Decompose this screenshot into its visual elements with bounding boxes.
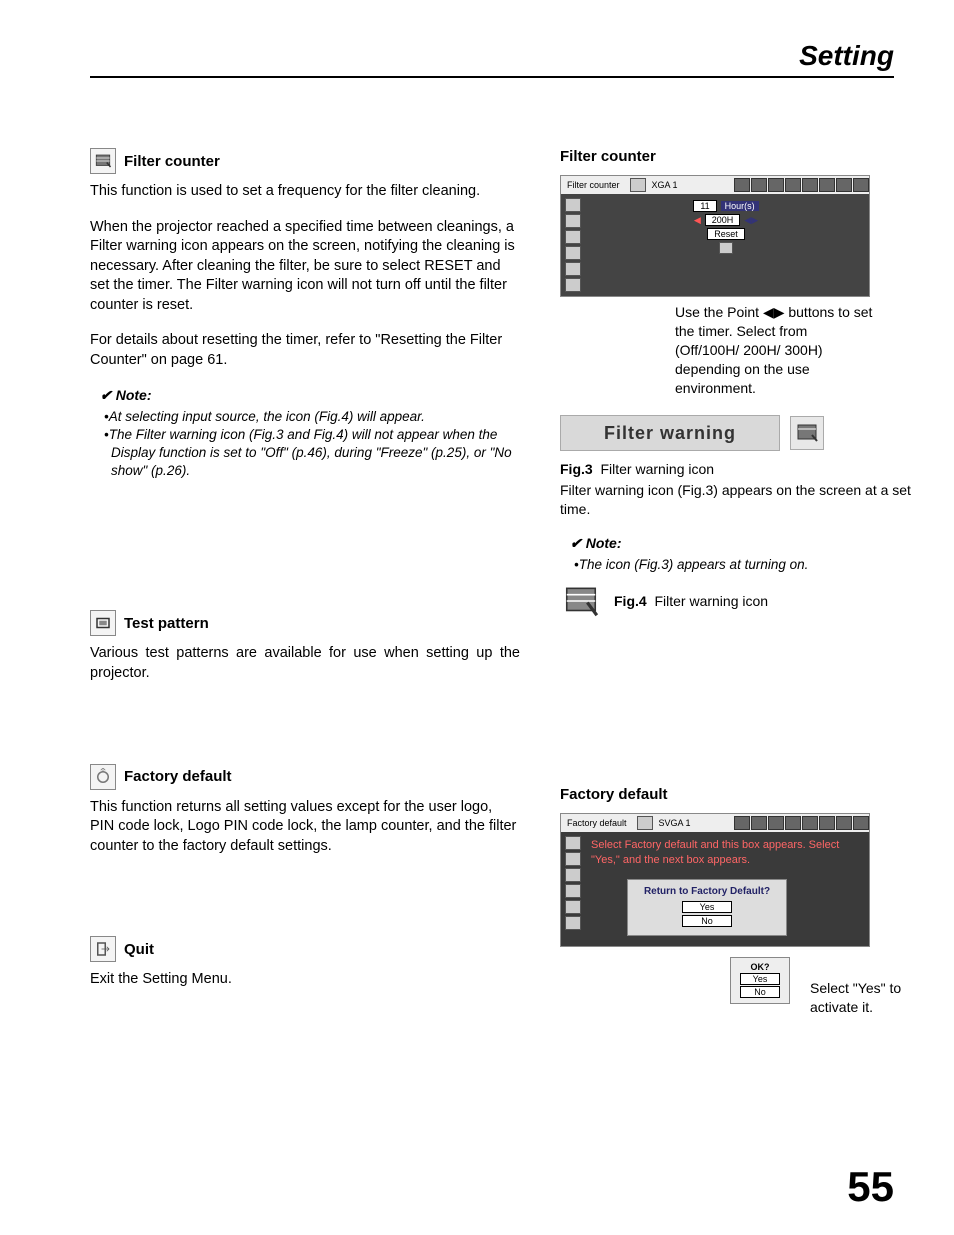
note-item: The icon (Fig.3) appears at turning on.	[574, 556, 920, 574]
screenshot-mode: SVGA 1	[653, 818, 697, 828]
paragraph: This function returns all setting values…	[90, 798, 520, 857]
factory-default-screenshot: Factory default SVGA 1 Select Factory de…	[560, 813, 870, 947]
section-test-pattern: Test pattern Various test patterns are a…	[90, 610, 520, 683]
test-pattern-icon	[90, 610, 116, 636]
side-icons	[565, 836, 581, 942]
right-title: Factory default	[560, 786, 920, 803]
side-icons	[565, 198, 581, 292]
fig3-label: Fig.3 Filter warning icon	[560, 461, 920, 477]
filter-warning-small-icon	[560, 580, 602, 622]
filter-counter-screenshot: Filter counter XGA 1 11	[560, 175, 870, 297]
note-list: The icon (Fig.3) appears at turning on.	[560, 556, 920, 574]
quit-icon	[90, 936, 116, 962]
note-item: The Filter warning icon (Fig.3 and Fig.4…	[104, 426, 520, 481]
timer-option: 200H	[705, 214, 741, 226]
right-title: Filter counter	[560, 148, 920, 165]
paragraph: For details about resetting the timer, r…	[90, 331, 520, 370]
toolbar-icons	[733, 178, 869, 192]
toolbar-icon	[637, 816, 653, 830]
paragraph: Various test patterns are available for …	[90, 644, 520, 683]
note-label: Note:	[570, 535, 920, 552]
confirm-dialog-1: Return to Factory Default? Yes No	[627, 879, 787, 936]
confirm-title: Return to Factory Default?	[634, 886, 780, 897]
toolbar-icons	[733, 816, 869, 830]
fig3-desc: Filter warning icon (Fig.3) appears on t…	[560, 481, 920, 519]
paragraph: When the projector reached a specified t…	[90, 218, 520, 316]
fig4-label: Fig.4 Filter warning icon	[614, 593, 768, 609]
no-button: No	[682, 915, 732, 927]
banner-text: Filter warning	[560, 415, 780, 451]
instruction-text: Select Factory default and this box appe…	[587, 836, 865, 869]
toolbar-icon	[630, 178, 646, 192]
page-header: Setting	[90, 40, 894, 78]
screenshot-mode: XGA 1	[646, 180, 684, 190]
yes-button: Yes	[740, 973, 780, 985]
note-label: Note:	[100, 387, 520, 404]
note-list: At selecting input source, the icon (Fig…	[90, 408, 520, 481]
section-factory-default: Factory default This function returns al…	[90, 764, 520, 857]
yes-button: Yes	[682, 901, 732, 913]
screenshot-title: Filter counter	[561, 180, 626, 190]
section-title: Filter counter	[124, 153, 220, 170]
section-quit: Quit Exit the Setting Menu.	[90, 936, 520, 990]
section-title: Factory default	[124, 768, 232, 785]
paragraph: Exit the Setting Menu.	[90, 970, 520, 990]
paragraph: This function is used to set a frequency…	[90, 182, 520, 202]
hours-unit: Hour(s)	[721, 201, 759, 211]
right-filter-counter: Filter counter Filter counter XGA 1	[560, 148, 920, 622]
section-title: Quit	[124, 941, 154, 958]
section-filter-counter: Filter counter This function is used to …	[90, 148, 520, 480]
filter-counter-icon	[90, 148, 116, 174]
section-title: Test pattern	[124, 615, 209, 632]
confirm-dialog-2: OK? Yes No	[730, 957, 790, 1004]
screenshot-title: Factory default	[561, 818, 633, 828]
hours-value: 11	[693, 200, 716, 212]
page-number: 55	[847, 1163, 894, 1211]
right-factory-default: Factory default Factory default SVGA 1	[560, 786, 920, 1016]
caption: Select "Yes" to activate it.	[810, 979, 920, 1017]
no-button: No	[740, 986, 780, 998]
filter-warning-icon	[790, 416, 824, 450]
page-title: Setting	[90, 40, 894, 72]
factory-default-icon	[90, 764, 116, 790]
note-item: At selecting input source, the icon (Fig…	[104, 408, 520, 426]
filter-warning-banner: Filter warning	[560, 415, 920, 451]
confirm2-title: OK?	[735, 962, 785, 972]
screenshot-panel: 11 Hour(s) ◀ 200H ◀▶ Reset	[587, 198, 865, 292]
reset-button: Reset	[707, 228, 745, 240]
caption: Use the Point ◀▶ buttons to set the time…	[675, 303, 875, 397]
